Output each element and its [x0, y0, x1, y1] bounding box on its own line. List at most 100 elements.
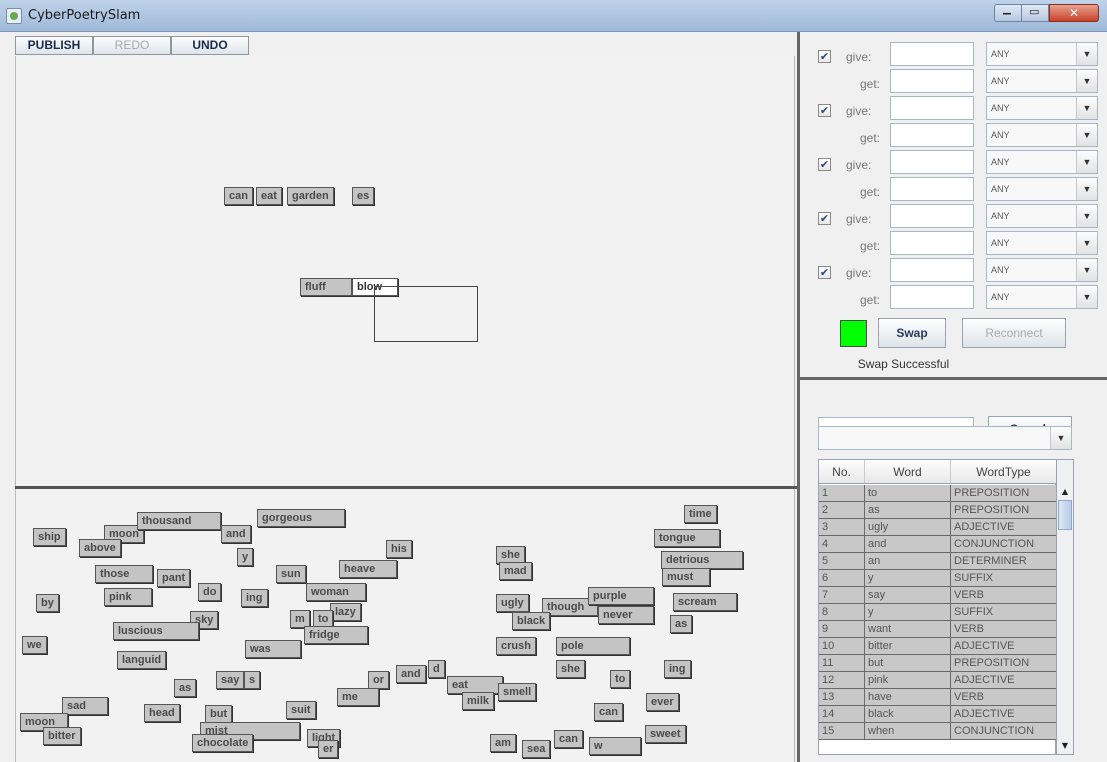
word-tile[interactable]: was	[245, 640, 301, 658]
word-tile[interactable]: smell	[498, 683, 537, 701]
table-row[interactable]: 8 y SUFFIX	[819, 604, 1057, 621]
table-row[interactable]: 6 y SUFFIX	[819, 570, 1057, 587]
word-tile[interactable]: tongue	[654, 529, 720, 547]
close-button[interactable]: ✕	[1049, 4, 1099, 22]
word-tile[interactable]: by	[36, 594, 59, 612]
word-tile[interactable]: pant	[157, 569, 191, 587]
word-tile[interactable]: ever	[646, 693, 679, 711]
word-tile[interactable]: she	[556, 660, 585, 678]
give-field-1[interactable]	[890, 42, 974, 66]
word-tile[interactable]: or	[368, 671, 389, 689]
word-tile[interactable]: garden	[287, 187, 334, 205]
word-tile[interactable]: say	[216, 671, 245, 689]
publish-button[interactable]: PUBLISH	[15, 36, 93, 55]
word-tile[interactable]: crush	[496, 637, 536, 655]
word-tile[interactable]: can	[594, 703, 623, 721]
give-type-select-5[interactable]: ANY ▼	[986, 258, 1098, 282]
column-header-word[interactable]: Word	[865, 460, 951, 484]
minimize-button[interactable]: ▁	[994, 4, 1022, 22]
scroll-down-icon[interactable]: ▼	[1057, 738, 1073, 754]
redo-button[interactable]: REDO	[93, 36, 171, 55]
word-tile[interactable]: milk	[462, 692, 495, 710]
poem-canvas[interactable]	[15, 56, 795, 486]
word-tile[interactable]: can	[554, 730, 583, 748]
word-tile[interactable]: sweet	[645, 725, 686, 743]
word-tile[interactable]: woman	[306, 583, 366, 601]
give-type-select-3[interactable]: ANY ▼	[986, 150, 1098, 174]
word-tile[interactable]: heave	[339, 560, 397, 578]
table-row[interactable]: 13 have VERB	[819, 689, 1057, 706]
table-row[interactable]: 14 black ADJECTIVE	[819, 706, 1057, 723]
give-field-2[interactable]	[890, 96, 974, 120]
word-tile[interactable]: detrious	[661, 551, 743, 569]
word-tile[interactable]: head	[144, 704, 180, 722]
word-tile[interactable]: time	[684, 505, 717, 523]
word-type-filter[interactable]: ▼	[818, 426, 1072, 450]
word-tile[interactable]: purple	[588, 587, 654, 605]
word-tile[interactable]: am	[490, 734, 516, 752]
give-checkbox-3[interactable]: ✔	[818, 158, 831, 171]
word-tile[interactable]: luscious	[113, 622, 199, 640]
word-tile[interactable]: bitter	[43, 727, 81, 745]
word-tile[interactable]: er	[318, 740, 339, 758]
word-tile[interactable]: to	[610, 670, 631, 688]
word-tile[interactable]: and	[221, 525, 251, 543]
word-tile[interactable]: pole	[556, 637, 630, 655]
word-tile[interactable]: suit	[286, 701, 316, 719]
scrollbar-thumb[interactable]	[1058, 500, 1072, 530]
word-tile[interactable]: gorgeous	[257, 509, 345, 527]
word-tile[interactable]: can	[224, 187, 253, 205]
word-tile[interactable]: never	[598, 606, 654, 624]
get-field-4[interactable]	[890, 231, 974, 255]
get-field-5[interactable]	[890, 285, 974, 309]
get-field-1[interactable]	[890, 69, 974, 93]
word-tile[interactable]: scream	[673, 593, 737, 611]
word-tile[interactable]: as	[670, 615, 693, 633]
give-checkbox-4[interactable]: ✔	[818, 212, 831, 225]
word-tile[interactable]: chocolate	[192, 734, 254, 752]
give-field-4[interactable]	[890, 204, 974, 228]
table-row[interactable]: 4 and CONJUNCTION	[819, 536, 1057, 553]
word-tile[interactable]: do	[198, 583, 222, 601]
word-tile[interactable]: sad	[62, 697, 108, 715]
word-tile[interactable]: must	[662, 568, 710, 586]
word-tile[interactable]: thousand	[137, 512, 221, 530]
give-type-select-2[interactable]: ANY ▼	[986, 96, 1098, 120]
table-row[interactable]: 3 ugly ADJECTIVE	[819, 519, 1057, 536]
get-field-3[interactable]	[890, 177, 974, 201]
word-tile[interactable]: black	[512, 612, 551, 630]
word-tile[interactable]: w	[589, 737, 641, 755]
word-tile[interactable]: but	[205, 705, 233, 723]
table-row[interactable]: 15 when CONJUNCTION	[819, 723, 1057, 740]
word-tile[interactable]: s	[244, 671, 261, 689]
word-tile[interactable]: those	[95, 565, 153, 583]
word-tile[interactable]: his	[386, 540, 412, 558]
scroll-up-icon[interactable]: ▲	[1057, 484, 1073, 500]
word-tile[interactable]: d	[428, 660, 445, 678]
get-type-select-1[interactable]: ANY ▼	[986, 69, 1098, 93]
word-tile[interactable]: fluff	[300, 278, 352, 296]
give-type-select-4[interactable]: ANY ▼	[986, 204, 1098, 228]
word-tile[interactable]: above	[79, 539, 121, 557]
give-checkbox-5[interactable]: ✔	[818, 266, 831, 279]
word-tile[interactable]: sun	[276, 565, 306, 583]
maximize-button[interactable]: ▭	[1022, 4, 1049, 22]
table-row[interactable]: 1 to PREPOSITION	[819, 485, 1057, 502]
word-tile[interactable]: and	[396, 665, 426, 683]
column-header-wordtype[interactable]: WordType	[951, 460, 1057, 484]
table-row[interactable]: 10 bitter ADJECTIVE	[819, 638, 1057, 655]
get-type-select-3[interactable]: ANY ▼	[986, 177, 1098, 201]
word-tile[interactable]: y	[237, 548, 254, 566]
table-row[interactable]: 5 an DETERMINER	[819, 553, 1057, 570]
undo-button[interactable]: UNDO	[171, 36, 249, 55]
get-type-select-2[interactable]: ANY ▼	[986, 123, 1098, 147]
table-row[interactable]: 12 pink ADJECTIVE	[819, 672, 1057, 689]
word-tile[interactable]: fridge	[304, 626, 368, 644]
table-scrollbar[interactable]: ▲ ▼	[1056, 459, 1074, 755]
get-type-select-5[interactable]: ANY ▼	[986, 285, 1098, 309]
word-tile[interactable]: ship	[33, 528, 66, 546]
give-checkbox-1[interactable]: ✔	[818, 50, 831, 63]
word-tile[interactable]: languid	[117, 651, 167, 669]
table-row[interactable]: 2 as PREPOSITION	[819, 502, 1057, 519]
get-type-select-4[interactable]: ANY ▼	[986, 231, 1098, 255]
